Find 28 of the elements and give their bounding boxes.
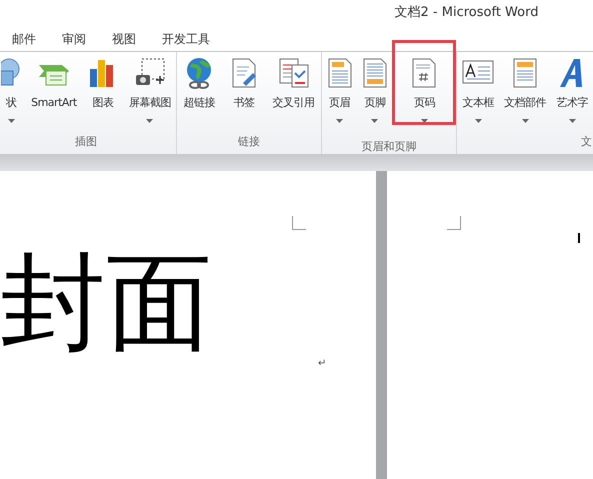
window-title: 文档2 - Microsoft Word (394, 4, 538, 22)
ribbon-button[interactable]: 页眉 (324, 56, 356, 139)
ribbon-button[interactable]: 交叉引用 (272, 56, 315, 134)
ribbon-button[interactable]: SmartArt (31, 56, 77, 134)
cross-reference-icon (278, 57, 310, 89)
group-label: 插图 (75, 134, 97, 150)
ribbon-button[interactable]: 超链接 (183, 56, 216, 134)
ribbon-tab[interactable]: 视图 (111, 30, 137, 48)
ribbon-button[interactable]: 文档部件 (504, 56, 546, 134)
cover-text: 封面 (0, 249, 212, 364)
ribbon-button[interactable]: 书签 (228, 56, 260, 134)
ribbon-tab[interactable]: 邮件 (11, 30, 37, 48)
ribbon-button[interactable]: 屏幕截图 (128, 56, 171, 134)
ribbon-button[interactable]: 页脚 (358, 56, 391, 139)
ribbon-button[interactable]: 艺术字 (556, 56, 588, 134)
ribbon-tab[interactable]: 开发工具 (161, 30, 211, 48)
ribbon-button[interactable]: 图表 (86, 56, 119, 134)
margin-corner-mark (292, 216, 306, 230)
text-cursor (578, 233, 580, 243)
paragraph-mark: ↵ (318, 357, 326, 371)
ribbon-button[interactable]: 状 (1, 56, 22, 134)
ribbon-button[interactable]: 页码 (394, 42, 454, 123)
ribbon-tab[interactable]: 审阅 (61, 30, 87, 48)
group-label: 文 (581, 134, 592, 150)
margin-corner-mark (447, 216, 461, 230)
ribbon-button[interactable]: 文本框 (462, 56, 494, 134)
group-label: 链接 (238, 134, 260, 150)
group-label: 页眉和页脚 (362, 139, 416, 155)
